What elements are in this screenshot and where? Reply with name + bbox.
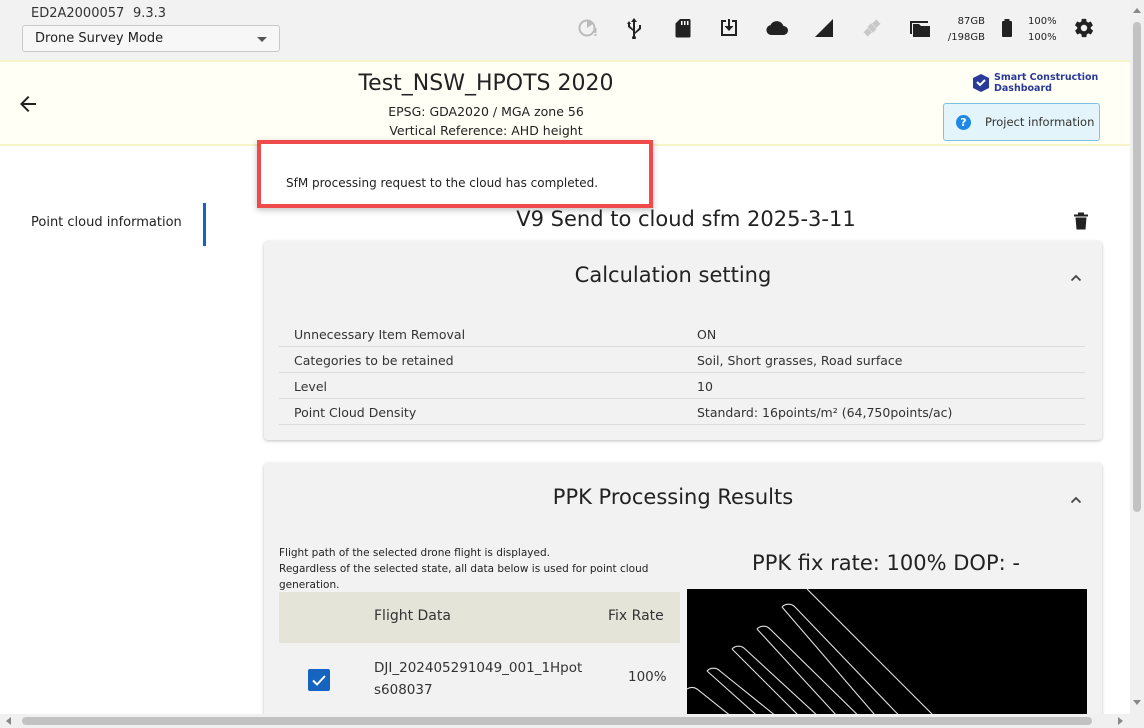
horizontal-scroll-thumb[interactable] xyxy=(22,717,1092,725)
chevron-up-icon[interactable] xyxy=(1070,494,1082,506)
setting-key: Unnecessary Item Removal xyxy=(294,327,466,342)
setting-row: Unnecessary Item Removal ON xyxy=(279,321,1085,347)
flight-fix-rate: 100% xyxy=(628,669,667,685)
logo-text-line1: Smart Construction xyxy=(994,72,1099,83)
sync-pending-icon xyxy=(578,19,597,37)
ppk-results-title: PPK Processing Results xyxy=(552,485,794,509)
setting-value: 10 xyxy=(697,379,713,394)
toast-notification: SfM processing request to the cloud has … xyxy=(257,140,653,208)
scroll-up-icon[interactable] xyxy=(1133,8,1141,13)
trash-icon[interactable] xyxy=(1073,212,1089,230)
sd-card-icon xyxy=(675,19,691,38)
storage-free: 87GB xyxy=(957,16,985,27)
cloud-icon xyxy=(766,21,788,35)
mode-select-value: Drone Survey Mode xyxy=(35,31,164,46)
sidebar-active-indicator xyxy=(203,203,206,246)
checkmark-icon xyxy=(312,675,326,686)
settings-icon[interactable] xyxy=(1073,17,1095,39)
ppk-note-line2: Regardless of the selected state, all da… xyxy=(279,563,649,591)
mode-select[interactable]: Drone Survey Mode xyxy=(22,25,280,52)
storage-total: /198GB xyxy=(947,32,985,43)
battery-level-1: 100% xyxy=(1028,16,1057,27)
logo-text-line2: Dashboard xyxy=(994,82,1052,94)
setting-value: Soil, Short grasses, Road surface xyxy=(697,353,903,368)
ppk-fix-summary: PPK fix rate: 100% DOP: - xyxy=(752,551,1020,575)
chevron-up-icon[interactable] xyxy=(1070,272,1082,284)
dataset-title: V9 Send to cloud sfm 2025-3-11 xyxy=(516,207,856,231)
usb-icon xyxy=(627,18,641,39)
project-epsg: EPSG: GDA2020 / MGA zone 56 xyxy=(388,104,584,119)
smart-construction-logo xyxy=(973,74,989,92)
flight-checkbox[interactable] xyxy=(308,669,330,691)
project-header: Test_NSW_HPOTS 2020 EPSG: GDA2020 / MGA … xyxy=(0,60,1130,146)
sidebar-item-point-cloud-information[interactable]: Point cloud information xyxy=(31,215,182,230)
signal-icon xyxy=(815,19,833,37)
battery-level-2: 100% xyxy=(1028,32,1057,43)
ppk-note: Flight path of the selected drone flight… xyxy=(279,545,659,593)
setting-row: Point Cloud Density Standard: 16points/m… xyxy=(279,399,1085,425)
flight-name: DJI_202405291049_001_1Hpots608037 xyxy=(374,660,583,698)
battery-icon xyxy=(1002,19,1012,37)
calculation-setting-card: Calculation setting Unnecessary Item Rem… xyxy=(264,241,1102,440)
scroll-down-icon[interactable] xyxy=(1133,700,1141,705)
setting-key: Point Cloud Density xyxy=(294,405,417,420)
setting-row: Level 10 xyxy=(279,373,1085,399)
flight-table-header: Flight Data Fix Rate xyxy=(279,592,680,643)
column-flight-data: Flight Data xyxy=(374,608,451,624)
project-information-button[interactable]: ? Project information xyxy=(943,103,1100,141)
app-version: 9.3.3 xyxy=(133,6,167,21)
toast-message: SfM processing request to the cloud has … xyxy=(286,176,599,190)
ppk-results-card: PPK Processing Results Flight path of th… xyxy=(264,463,1102,723)
vertical-scroll-thumb[interactable] xyxy=(1133,22,1141,512)
storage-info: 87GB /198GB xyxy=(943,14,985,46)
setting-key: Categories to be retained xyxy=(294,353,454,368)
flight-path-map xyxy=(687,589,1087,719)
table-row: DJI_202405291049_001_1Hpots608037 100% xyxy=(279,643,680,713)
horizontal-scrollbar[interactable] xyxy=(0,714,1144,728)
help-icon: ? xyxy=(956,115,971,130)
project-title: Test_NSW_HPOTS 2020 xyxy=(358,71,614,96)
status-bar: ED2A2000057 9.3.3 Drone Survey Mode 87GB… xyxy=(0,0,1130,60)
chevron-down-icon xyxy=(257,37,267,42)
project-vertical-reference: Vertical Reference: AHD height xyxy=(389,123,583,138)
setting-row: Categories to be retained Soil, Short gr… xyxy=(279,347,1085,373)
folder-icon xyxy=(910,21,930,37)
setting-key: Level xyxy=(294,379,327,394)
scroll-left-icon[interactable] xyxy=(6,717,11,725)
setting-value: Standard: 16points/m² (64,750points/ac) xyxy=(697,405,953,420)
logo-text: Smart Construction Dashboard xyxy=(994,72,1099,94)
battery-levels: 100% 100% xyxy=(1028,14,1057,46)
column-fix-rate: Fix Rate xyxy=(608,608,664,624)
project-information-label: Project information xyxy=(985,115,1095,129)
vertical-scrollbar[interactable] xyxy=(1130,0,1144,714)
download-icon xyxy=(721,19,737,36)
back-arrow-icon[interactable] xyxy=(16,92,40,116)
calculation-setting-title: Calculation setting xyxy=(574,263,772,287)
satellite-icon xyxy=(863,19,881,37)
device-id: ED2A2000057 xyxy=(31,6,125,21)
flight-path-lines xyxy=(687,589,938,719)
scroll-right-icon[interactable] xyxy=(1118,717,1123,725)
setting-value: ON xyxy=(697,327,717,342)
ppk-note-line1: Flight path of the selected drone flight… xyxy=(279,547,550,559)
